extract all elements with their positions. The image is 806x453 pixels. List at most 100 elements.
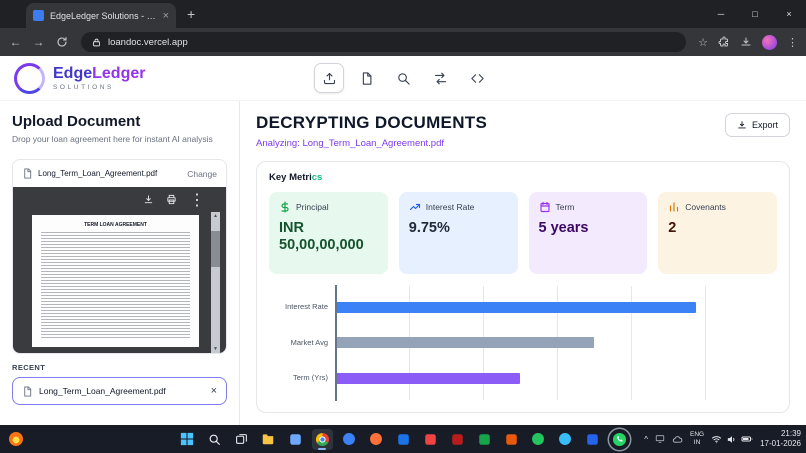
- photos-icon[interactable]: [285, 429, 306, 450]
- lock-icon: [92, 38, 101, 47]
- chart-row: [335, 325, 705, 360]
- page-title: DECRYPTING DOCUMENTS: [256, 113, 488, 132]
- browser-titlebar: EdgeLedger Solutions - Digital... × + ─ …: [0, 0, 806, 28]
- url-text: loandoc.vercel.app: [108, 36, 188, 48]
- upload-tool-button[interactable]: [314, 63, 344, 93]
- address-bar[interactable]: loandoc.vercel.app: [81, 32, 687, 52]
- document-tool-button[interactable]: [351, 63, 381, 93]
- new-tab-button[interactable]: +: [187, 6, 195, 22]
- tab-favicon-icon: [33, 10, 44, 21]
- tab-title: EdgeLedger Solutions - Digital...: [50, 10, 157, 21]
- chrome-icon[interactable]: [311, 428, 333, 450]
- browser-tab[interactable]: EdgeLedger Solutions - Digital... ×: [26, 3, 176, 28]
- reload-icon[interactable]: [54, 36, 69, 48]
- brand-subtitle: SOLUTIONS: [53, 83, 114, 91]
- tab-close-icon[interactable]: ×: [163, 10, 169, 22]
- pdf-scrollbar-thumb[interactable]: [211, 231, 220, 267]
- clock-date: 17-01-2026: [760, 439, 801, 448]
- back-icon[interactable]: ←: [8, 35, 23, 49]
- upload-icon: [322, 71, 337, 86]
- pdf-document-page: TERM LOAN AGREEMENT: [32, 215, 199, 347]
- monitor-icon[interactable]: [655, 434, 665, 444]
- upload-panel-title: Upload Document: [12, 113, 141, 130]
- downloads-icon[interactable]: [740, 36, 752, 48]
- file-icon: [22, 385, 33, 397]
- task-view-icon[interactable]: [231, 429, 252, 450]
- telegram-icon[interactable]: [555, 429, 576, 450]
- whatsapp-icon[interactable]: [609, 429, 630, 450]
- edge-icon[interactable]: [339, 429, 360, 450]
- window-close-button[interactable]: ×: [772, 0, 806, 28]
- forward-icon[interactable]: →: [31, 35, 46, 49]
- scroll-up-icon[interactable]: ▲: [213, 213, 218, 219]
- paint-icon[interactable]: [582, 429, 603, 450]
- store-icon[interactable]: [447, 429, 468, 450]
- extensions-puzzle-icon[interactable]: [718, 36, 730, 48]
- pdf-document-title: TERM LOAN AGREEMENT: [84, 222, 147, 228]
- key-metrics-text: Key Metri: [269, 172, 312, 183]
- chart-bar-interest-rate: [335, 302, 696, 314]
- weather-widget-icon[interactable]: [8, 431, 24, 447]
- metric-label: Principal: [296, 202, 329, 212]
- chart-bar-term-yrs-: [335, 372, 520, 384]
- uploaded-file-card: Long_Term_Loan_Agreement.pdf Change ⋮ TE…: [12, 159, 227, 354]
- document-icon: [359, 71, 374, 86]
- window-minimize-button[interactable]: ─: [704, 0, 738, 28]
- chart-category-labels: Interest Rate Market Avg Term (Yrs): [269, 290, 335, 396]
- remove-recent-icon[interactable]: ×: [211, 385, 217, 397]
- brand-name-part2: Ledger: [92, 64, 146, 82]
- outlook-icon[interactable]: [393, 429, 414, 450]
- pdf-download-icon[interactable]: [143, 194, 154, 205]
- export-download-icon: [737, 120, 747, 130]
- taskbar-clock[interactable]: 21:39 17-01-2026: [760, 429, 801, 449]
- export-button[interactable]: Export: [724, 113, 790, 137]
- pdf-more-icon[interactable]: ⋮: [189, 190, 205, 210]
- file-icon: [22, 168, 33, 179]
- comparison-chart: Interest Rate Market Avg Term (Yrs): [269, 285, 706, 401]
- desktop: EdgeLedger Solutions - Digital... × + ─ …: [0, 0, 806, 453]
- pdf-print-icon[interactable]: [166, 194, 177, 205]
- app-header: EdgeLedger SOLUTIONS: [0, 56, 806, 101]
- change-file-button[interactable]: Change: [187, 169, 217, 179]
- metric-label: Covenants: [685, 202, 726, 212]
- language-indicator[interactable]: ENG IN: [690, 431, 704, 447]
- window-maximize-button[interactable]: □: [738, 0, 772, 28]
- metric-value: 9.75%: [408, 220, 450, 236]
- recent-file-name: Long_Term_Loan_Agreement.pdf: [39, 386, 166, 396]
- firefox-icon[interactable]: [366, 429, 387, 450]
- code-icon: [470, 71, 485, 86]
- spotify-icon[interactable]: [528, 429, 549, 450]
- volume-icon: [726, 434, 737, 445]
- quick-settings[interactable]: [711, 433, 753, 445]
- compare-tool-button[interactable]: [425, 63, 455, 93]
- code-tool-button[interactable]: [462, 63, 492, 93]
- key-metrics-heading: Key Metrics: [269, 172, 777, 183]
- menu-dots-icon[interactable]: ⋮: [787, 36, 798, 49]
- gmail-icon[interactable]: [420, 429, 441, 450]
- powerpoint-icon[interactable]: [501, 429, 522, 450]
- bookmark-star-icon[interactable]: ☆: [698, 36, 708, 49]
- analysis-header: DECRYPTING DOCUMENTS Analyzing: Long_Ter…: [256, 113, 487, 149]
- metric-card-covenants: Covenants 2: [658, 192, 777, 274]
- profile-avatar[interactable]: [762, 34, 777, 50]
- search-icon[interactable]: [204, 429, 225, 450]
- language-line2: IN: [693, 439, 701, 446]
- brand-block: EdgeLedger SOLUTIONS: [53, 64, 146, 91]
- tray-chevron-icon[interactable]: ^: [644, 435, 648, 444]
- scroll-down-icon[interactable]: ▼: [213, 346, 218, 352]
- file-explorer-icon[interactable]: [258, 429, 279, 450]
- battery-icon: [741, 433, 753, 445]
- excel-icon[interactable]: [474, 429, 495, 450]
- start-icon[interactable]: [177, 429, 198, 450]
- app-body: Upload Document Drop your loan agreement…: [0, 101, 806, 425]
- chart-y-axis: [335, 285, 337, 401]
- search-tool-button[interactable]: [388, 63, 418, 93]
- onedrive-icon[interactable]: [672, 434, 683, 445]
- recent-file-item[interactable]: Long_Term_Loan_Agreement.pdf ×: [12, 377, 227, 405]
- analysis-card: Key Metrics Principal INR 50,00,00,000 Int…: [256, 161, 790, 413]
- calendar-icon: [539, 201, 551, 213]
- toolbar-right: ☆ ⋮: [698, 34, 798, 50]
- chart-plot-area: [335, 285, 706, 401]
- brand-name-part1: Edge: [53, 64, 93, 82]
- edgeledger-logo: [14, 62, 45, 94]
